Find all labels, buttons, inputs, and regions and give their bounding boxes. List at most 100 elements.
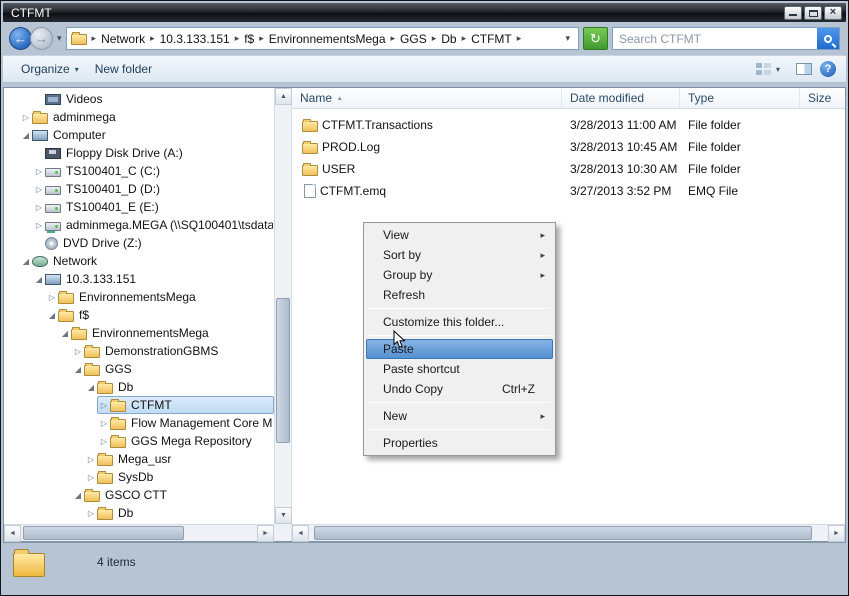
scroll-left-icon[interactable]: ◄ <box>4 525 21 542</box>
expand-arrow-icon[interactable]: ▷ <box>98 419 110 428</box>
collapse-arrow-icon[interactable]: ◢ <box>85 383 97 392</box>
close-button[interactable]: × <box>824 6 842 20</box>
collapse-arrow-icon[interactable]: ◢ <box>20 131 32 140</box>
scroll-down-icon[interactable]: ▼ <box>275 507 292 524</box>
file-row-ctfmt-transactions[interactable]: CTFMT.Transactions3/28/2013 11:00 AMFile… <box>292 114 845 136</box>
refresh-button[interactable]: ↻ <box>583 27 608 50</box>
tree-item-environnementsmega[interactable]: ▷EnvironnementsMega <box>4 288 274 306</box>
expand-arrow-icon[interactable]: ▷ <box>98 401 110 410</box>
tree-item-sysdb[interactable]: ▷SysDb <box>4 468 274 486</box>
tree-item-ggs-mega-repository[interactable]: ▷GGS Mega Repository <box>4 432 274 450</box>
tree-horizontal-scrollbar[interactable]: ◄ ► <box>4 524 274 541</box>
menu-item-undo-copy[interactable]: Undo CopyCtrl+Z <box>366 379 553 399</box>
expand-arrow-icon[interactable]: ▷ <box>20 113 32 122</box>
search-input[interactable] <box>613 32 817 46</box>
column-header-size[interactable]: Size <box>800 88 845 108</box>
tree-item-floppy-disk-drive-a[interactable]: Floppy Disk Drive (A:) <box>4 144 274 162</box>
column-header-name[interactable]: Name▴ <box>292 88 562 108</box>
breadcrumb-segment-ctfmt[interactable]: CTFMT <box>467 30 516 48</box>
menu-item-customize-this-folder[interactable]: Customize this folder... <box>366 312 553 332</box>
expand-arrow-icon[interactable]: ▷ <box>33 203 45 212</box>
new-folder-button[interactable]: New folder <box>87 59 160 79</box>
preview-pane-button[interactable] <box>796 63 812 75</box>
scroll-up-icon[interactable]: ▲ <box>275 88 292 105</box>
breadcrumb-segment-environnementsmega[interactable]: EnvironnementsMega <box>265 30 390 48</box>
column-header-type[interactable]: Type <box>680 88 800 108</box>
tree-item-ctfmt[interactable]: ▷CTFMT <box>4 396 274 414</box>
scrollbar-track[interactable] <box>275 105 291 507</box>
list-horizontal-scrollbar[interactable]: ◄ ► <box>292 524 845 541</box>
recent-pages-dropdown-icon[interactable]: ▾ <box>57 33 62 44</box>
scrollbar-thumb[interactable] <box>276 298 290 443</box>
help-button[interactable]: ? <box>820 61 836 77</box>
expand-arrow-icon[interactable]: ▷ <box>72 347 84 356</box>
breadcrumb-segment-db[interactable]: Db <box>437 30 460 48</box>
menu-item-group-by[interactable]: Group by▸ <box>366 265 553 285</box>
scrollbar-track[interactable] <box>309 525 828 541</box>
tree-item-f[interactable]: ◢f$ <box>4 306 274 324</box>
address-dropdown-icon[interactable]: ▾ <box>561 33 574 44</box>
file-row-prod-log[interactable]: PROD.Log3/28/2013 10:45 AMFile folder <box>292 136 845 158</box>
breadcrumb-segment-f[interactable]: f$ <box>240 30 258 48</box>
collapse-arrow-icon[interactable]: ◢ <box>33 275 45 284</box>
maximize-button[interactable] <box>804 6 822 20</box>
chevron-right-icon[interactable]: ▸ <box>516 33 523 44</box>
tree-item-computer[interactable]: ◢Computer <box>4 126 274 144</box>
tree-item-demonstrationgbms[interactable]: ▷DemonstrationGBMS <box>4 342 274 360</box>
tree-item-ts100401-c-c[interactable]: ▷TS100401_C (C:) <box>4 162 274 180</box>
collapse-arrow-icon[interactable]: ◢ <box>46 311 58 320</box>
menu-item-new[interactable]: New▸ <box>366 406 553 426</box>
breadcrumb-segment-network[interactable]: Network <box>97 30 149 48</box>
expand-arrow-icon[interactable]: ▷ <box>33 167 45 176</box>
expand-arrow-icon[interactable]: ▷ <box>46 293 58 302</box>
back-button[interactable]: ← <box>9 27 32 50</box>
tree-item-adminmega-mega-sq100401-tsdata-h[interactable]: ▷adminmega.MEGA (\\SQ100401\tsdata$) (H:… <box>4 216 274 234</box>
search-box[interactable] <box>612 27 840 50</box>
scrollbar-track[interactable] <box>21 525 257 541</box>
address-field[interactable]: ▸ Network▸10.3.133.151▸f$▸Environnements… <box>66 27 579 50</box>
search-button[interactable] <box>817 28 839 49</box>
breadcrumb-segment-ggs[interactable]: GGS <box>396 30 431 48</box>
collapse-arrow-icon[interactable]: ◢ <box>72 491 84 500</box>
scroll-left-icon[interactable]: ◄ <box>292 525 309 542</box>
tree-item-10-3-133-151[interactable]: ◢10.3.133.151 <box>4 270 274 288</box>
forward-button[interactable]: → <box>30 27 53 50</box>
organize-button[interactable]: Organize ▾ <box>13 59 87 79</box>
tree-item-ts100401-e-e[interactable]: ▷TS100401_E (E:) <box>4 198 274 216</box>
tree-item-adminmega[interactable]: ▷adminmega <box>4 108 274 126</box>
scrollbar-thumb[interactable] <box>23 526 183 540</box>
tree-item-videos[interactable]: Videos <box>4 90 274 108</box>
scrollbar-thumb[interactable] <box>314 526 812 540</box>
menu-item-properties[interactable]: Properties <box>366 433 553 453</box>
collapse-arrow-icon[interactable]: ◢ <box>59 329 71 338</box>
expand-arrow-icon[interactable]: ▷ <box>85 473 97 482</box>
tree-item-flow-management-core-model[interactable]: ▷Flow Management Core Model <box>4 414 274 432</box>
tree-item-mega-usr[interactable]: ▷Mega_usr <box>4 450 274 468</box>
breadcrumb-segment-10-3-133-151[interactable]: 10.3.133.151 <box>156 30 234 48</box>
menu-item-view[interactable]: View▸ <box>366 225 553 245</box>
menu-item-sort-by[interactable]: Sort by▸ <box>366 245 553 265</box>
menu-item-paste-shortcut[interactable]: Paste shortcut <box>366 359 553 379</box>
change-view-button[interactable]: ▾ <box>748 60 788 78</box>
tree-item-gsco-ctt[interactable]: ◢GSCO CTT <box>4 486 274 504</box>
title-bar[interactable]: CTFMT × <box>3 3 846 22</box>
expand-arrow-icon[interactable]: ▷ <box>98 437 110 446</box>
tree-vertical-scrollbar[interactable]: ▲ ▼ <box>274 88 291 524</box>
scroll-right-icon[interactable]: ► <box>257 525 274 542</box>
tree-item-dvd-drive-z[interactable]: DVD Drive (Z:) <box>4 234 274 252</box>
tree-item-network[interactable]: ◢Network <box>4 252 274 270</box>
minimize-button[interactable] <box>784 6 802 20</box>
tree-item-ggs[interactable]: ◢GGS <box>4 360 274 378</box>
expand-arrow-icon[interactable]: ▷ <box>85 455 97 464</box>
menu-item-refresh[interactable]: Refresh <box>366 285 553 305</box>
expand-arrow-icon[interactable]: ▷ <box>33 221 45 230</box>
file-row-ctfmt-emq[interactable]: CTFMT.emq3/27/2013 3:52 PMEMQ File <box>292 180 845 202</box>
scroll-right-icon[interactable]: ► <box>828 525 845 542</box>
tree-item-environnementsmega[interactable]: ◢EnvironnementsMega <box>4 324 274 342</box>
tree-item-db[interactable]: ▷Db <box>4 504 274 522</box>
expand-arrow-icon[interactable]: ▷ <box>33 185 45 194</box>
column-header-date-modified[interactable]: Date modified <box>562 88 680 108</box>
collapse-arrow-icon[interactable]: ◢ <box>72 365 84 374</box>
collapse-arrow-icon[interactable]: ◢ <box>20 257 32 266</box>
tree-item-ts100401-d-d[interactable]: ▷TS100401_D (D:) <box>4 180 274 198</box>
